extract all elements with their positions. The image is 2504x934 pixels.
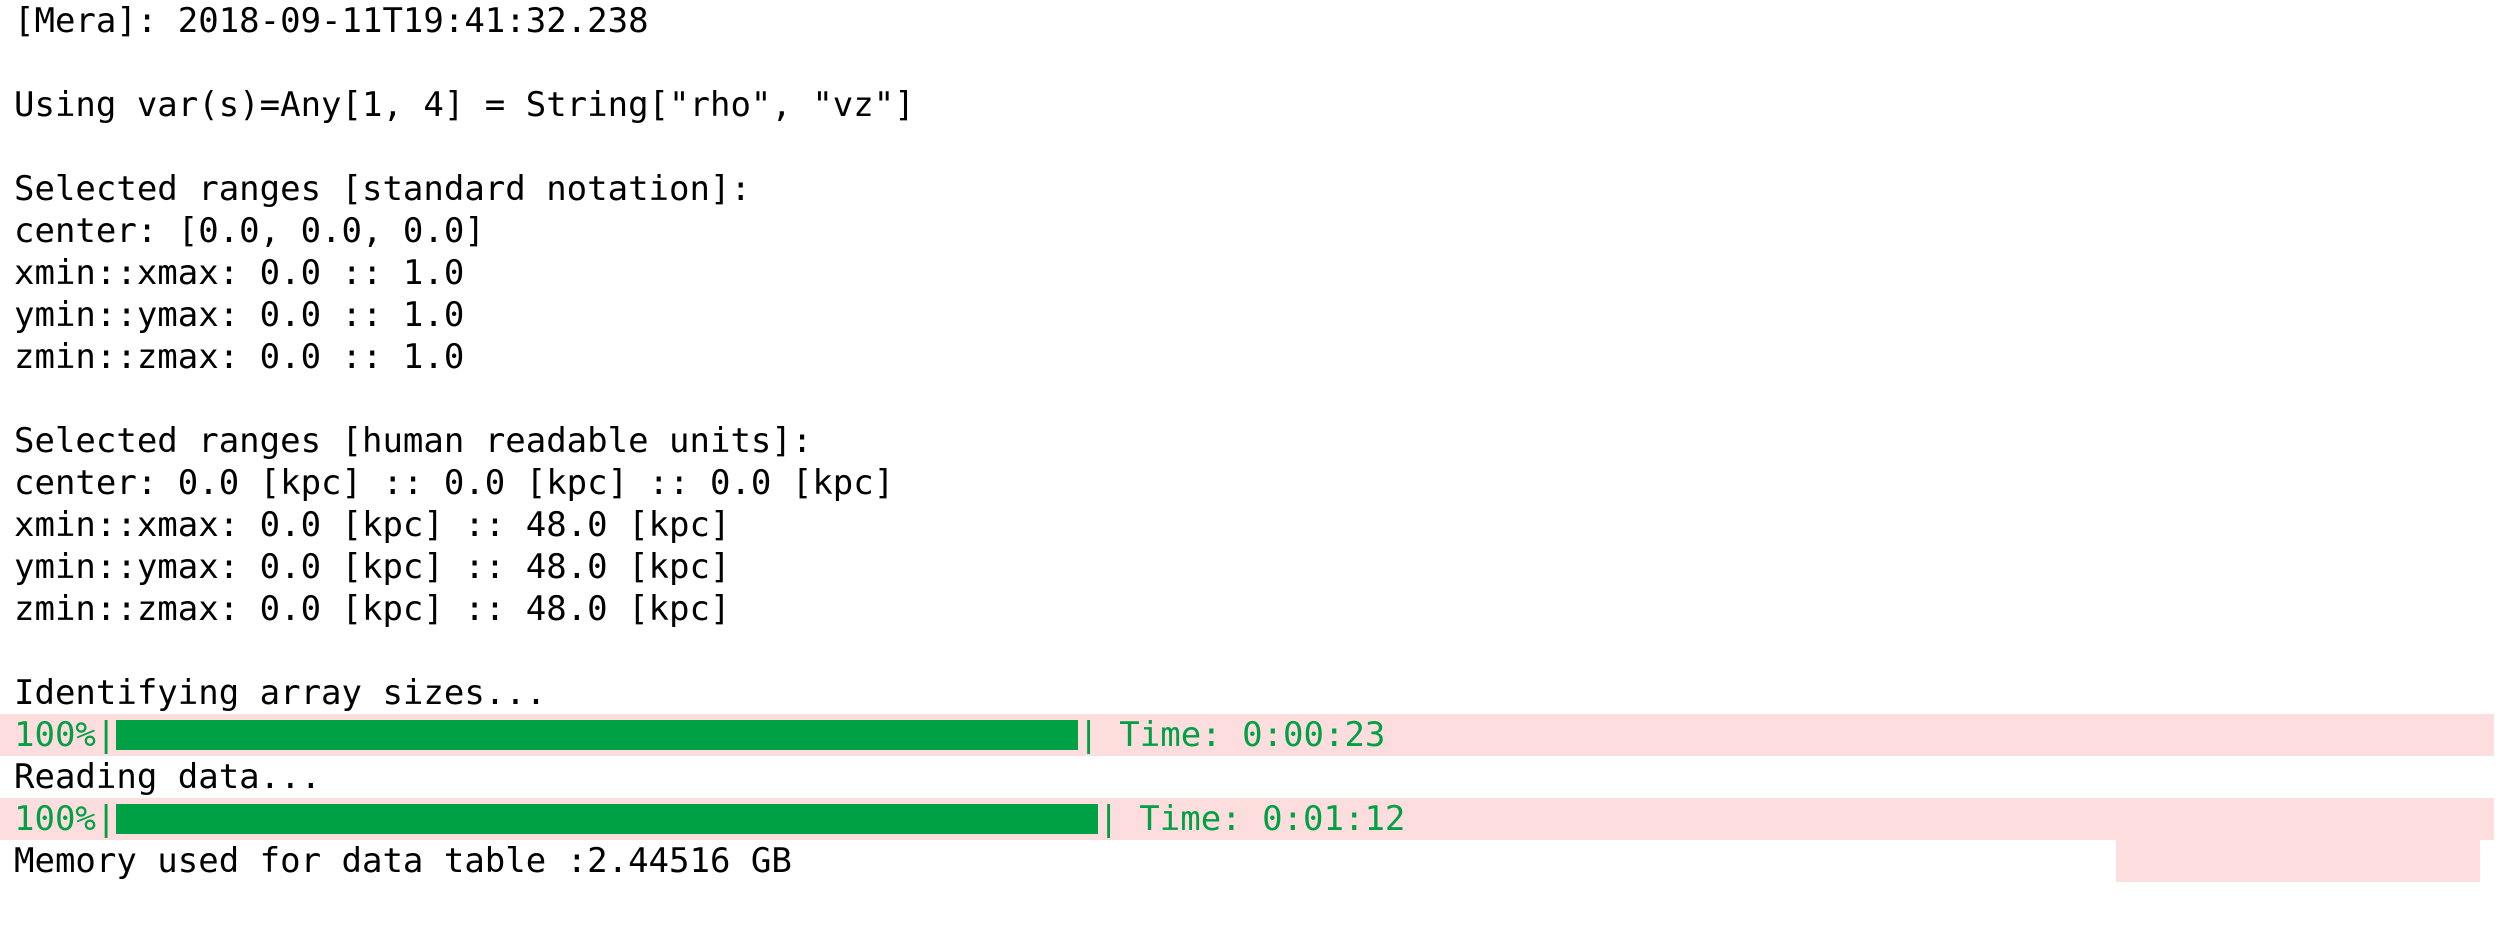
human-center-line: center: 0.0 [kpc] :: 0.0 [kpc] :: 0.0 [k… [14, 463, 895, 503]
progress-row-identifying: 100%| | Time: 0:00:23 [0, 714, 2494, 756]
progress-row-reading: 100%| | Time: 0:01:12 [0, 798, 2494, 840]
progress-bar-identifying [116, 719, 1079, 750]
human-y-range-line: ymin::ymax: 0.0 [kpc] :: 48.0 [kpc] [14, 547, 731, 587]
standard-center-line: center: [0.0, 0.0, 0.0] [14, 211, 485, 251]
variables-line: Using var(s)=Any[1, 4] = String["rho", "… [14, 85, 915, 125]
human-z-range-line: zmin::zmax: 0.0 [kpc] :: 48.0 [kpc] [14, 589, 731, 629]
timestamp-line: [Mera]: 2018-09-11T19:41:32.238 [14, 1, 649, 41]
standard-ranges-heading: Selected ranges [standard notation]: [14, 169, 751, 209]
progress-percent: 100%| [14, 799, 117, 839]
human-x-range-line: xmin::xmax: 0.0 [kpc] :: 48.0 [kpc] [14, 505, 731, 545]
reading-data-label: Reading data... [14, 757, 322, 797]
human-ranges-heading: Selected ranges [human readable units]: [14, 421, 813, 461]
progress-percent: 100%| [14, 715, 117, 755]
notebook-output: [Mera]: 2018-09-11T19:41:32.238 Using va… [0, 0, 2504, 882]
progress-time: | Time: 0:00:23 [1078, 715, 1386, 755]
memory-used-line: Memory used for data table :2.44516 GB [14, 841, 792, 881]
progress-time: | Time: 0:01:12 [1098, 799, 1406, 839]
identifying-sizes-label: Identifying array sizes... [14, 673, 547, 713]
progress-bar-reading [116, 803, 1099, 834]
standard-x-range-line: xmin::xmax: 0.0 :: 1.0 [14, 253, 465, 293]
standard-z-range-line: zmin::zmax: 0.0 :: 1.0 [14, 337, 465, 377]
standard-y-range-line: ymin::ymax: 0.0 :: 1.0 [14, 295, 465, 335]
